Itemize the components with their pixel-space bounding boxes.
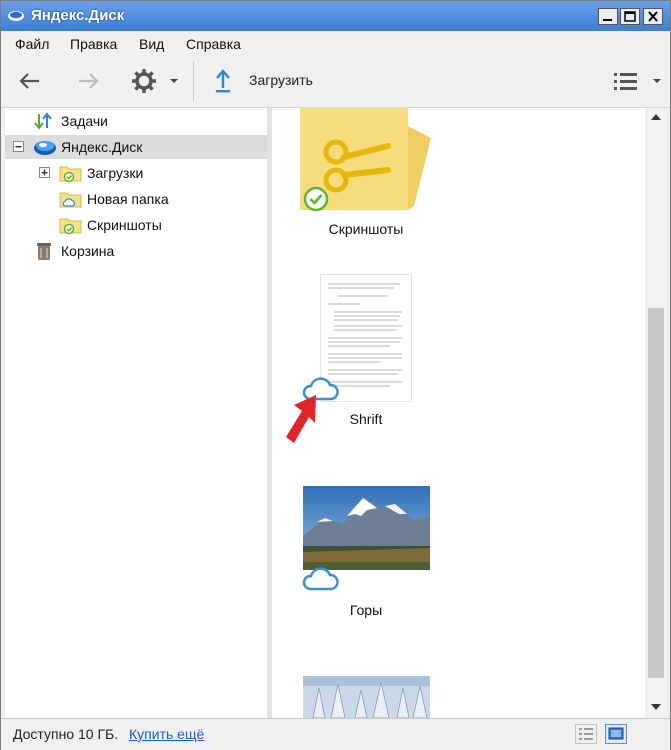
sidebar-item-screenshots[interactable]: Скриншоты bbox=[5, 213, 267, 237]
toolbar: Загрузить bbox=[1, 57, 670, 108]
app-window: Яндекс.Диск Файл Правка Вид Справка Загр… bbox=[0, 0, 671, 750]
sidebar-item-label: Скриншоты bbox=[87, 217, 162, 233]
sidebar-item-new-folder[interactable]: Новая папка bbox=[5, 187, 267, 211]
file-name: Горы bbox=[349, 602, 383, 618]
file-name: Скриншоты bbox=[328, 221, 404, 237]
buy-more-link[interactable]: Купить ещё bbox=[129, 726, 204, 742]
file-grid: Скриншоты Shrift Горы bbox=[272, 108, 645, 718]
list-view-icon[interactable] bbox=[613, 71, 639, 91]
details-view-button[interactable] bbox=[575, 724, 597, 744]
sidebar-item-label: Загрузки bbox=[87, 165, 144, 181]
window-title: Яндекс.Диск bbox=[31, 7, 125, 24]
cloud-icon bbox=[302, 567, 339, 591]
minimize-icon bbox=[603, 19, 612, 21]
menu-file[interactable]: Файл bbox=[15, 36, 49, 52]
vertical-scrollbar[interactable] bbox=[645, 108, 667, 718]
maximize-button[interactable] bbox=[620, 8, 640, 25]
folder-cloud-icon bbox=[59, 192, 82, 208]
close-icon bbox=[648, 11, 658, 22]
sidebar-item-downloads[interactable]: Загрузки bbox=[5, 161, 267, 185]
storage-available-text: Доступно 10 ГБ. bbox=[13, 726, 119, 742]
scroll-up-arrow-icon[interactable] bbox=[650, 112, 662, 122]
sidebar-item-label: Яндекс.Диск bbox=[61, 139, 143, 155]
scroll-down-arrow-icon[interactable] bbox=[650, 702, 662, 712]
winter-photo-thumbnail bbox=[303, 676, 430, 718]
close-button[interactable] bbox=[643, 8, 663, 25]
title-bar[interactable]: Яндекс.Диск bbox=[1, 1, 670, 31]
scrollbar-thumb[interactable] bbox=[648, 308, 664, 678]
forward-arrow-icon[interactable] bbox=[75, 69, 101, 93]
yandex-disk-icon bbox=[34, 141, 56, 155]
minimize-button[interactable] bbox=[598, 8, 618, 25]
sidebar-item-trash[interactable]: Корзина bbox=[5, 239, 267, 263]
upload-icon[interactable] bbox=[213, 68, 233, 94]
collapse-toggle-icon[interactable] bbox=[13, 141, 24, 152]
thumbnails-view-button[interactable] bbox=[605, 724, 627, 744]
mountains-photo-thumbnail bbox=[303, 486, 430, 570]
upload-button[interactable]: Загрузить bbox=[249, 72, 313, 88]
file-name: Shrift bbox=[349, 411, 383, 427]
menu-help[interactable]: Справка bbox=[186, 36, 241, 52]
sidebar-item-label: Новая папка bbox=[87, 191, 169, 207]
sidebar-item-tasks[interactable]: Задачи bbox=[5, 109, 267, 133]
back-arrow-icon[interactable] bbox=[17, 69, 43, 93]
menu-bar: Файл Правка Вид Справка bbox=[1, 31, 670, 57]
maximize-icon bbox=[624, 11, 636, 22]
trash-bin-icon bbox=[37, 243, 51, 260]
sidebar-item-label: Корзина bbox=[61, 243, 115, 259]
menu-view[interactable]: Вид bbox=[139, 36, 164, 52]
gear-icon[interactable] bbox=[130, 67, 158, 95]
details-view-icon bbox=[579, 728, 593, 740]
menu-edit[interactable]: Правка bbox=[70, 36, 117, 52]
sidebar-item-yandex-disk[interactable]: Яндекс.Диск bbox=[5, 135, 267, 159]
view-chevron-down-icon[interactable] bbox=[652, 77, 662, 85]
expand-toggle-icon[interactable] bbox=[39, 167, 50, 178]
status-bar: Доступно 10 ГБ. Купить ещё bbox=[1, 718, 670, 750]
chevron-down-icon[interactable] bbox=[169, 77, 179, 85]
sidebar-tree: Задачи Яндекс.Диск Загрузки Новая папка … bbox=[5, 108, 267, 718]
tasks-arrows-icon bbox=[34, 112, 52, 130]
folder-synced-icon bbox=[59, 218, 82, 235]
thumbnails-view-icon bbox=[608, 727, 624, 740]
yandex-disk-logo-icon bbox=[8, 11, 24, 21]
folder-synced-icon bbox=[59, 166, 82, 183]
sidebar-item-label: Задачи bbox=[61, 113, 109, 129]
toolbar-separator bbox=[193, 61, 194, 101]
sync-ok-check-icon bbox=[303, 186, 329, 212]
